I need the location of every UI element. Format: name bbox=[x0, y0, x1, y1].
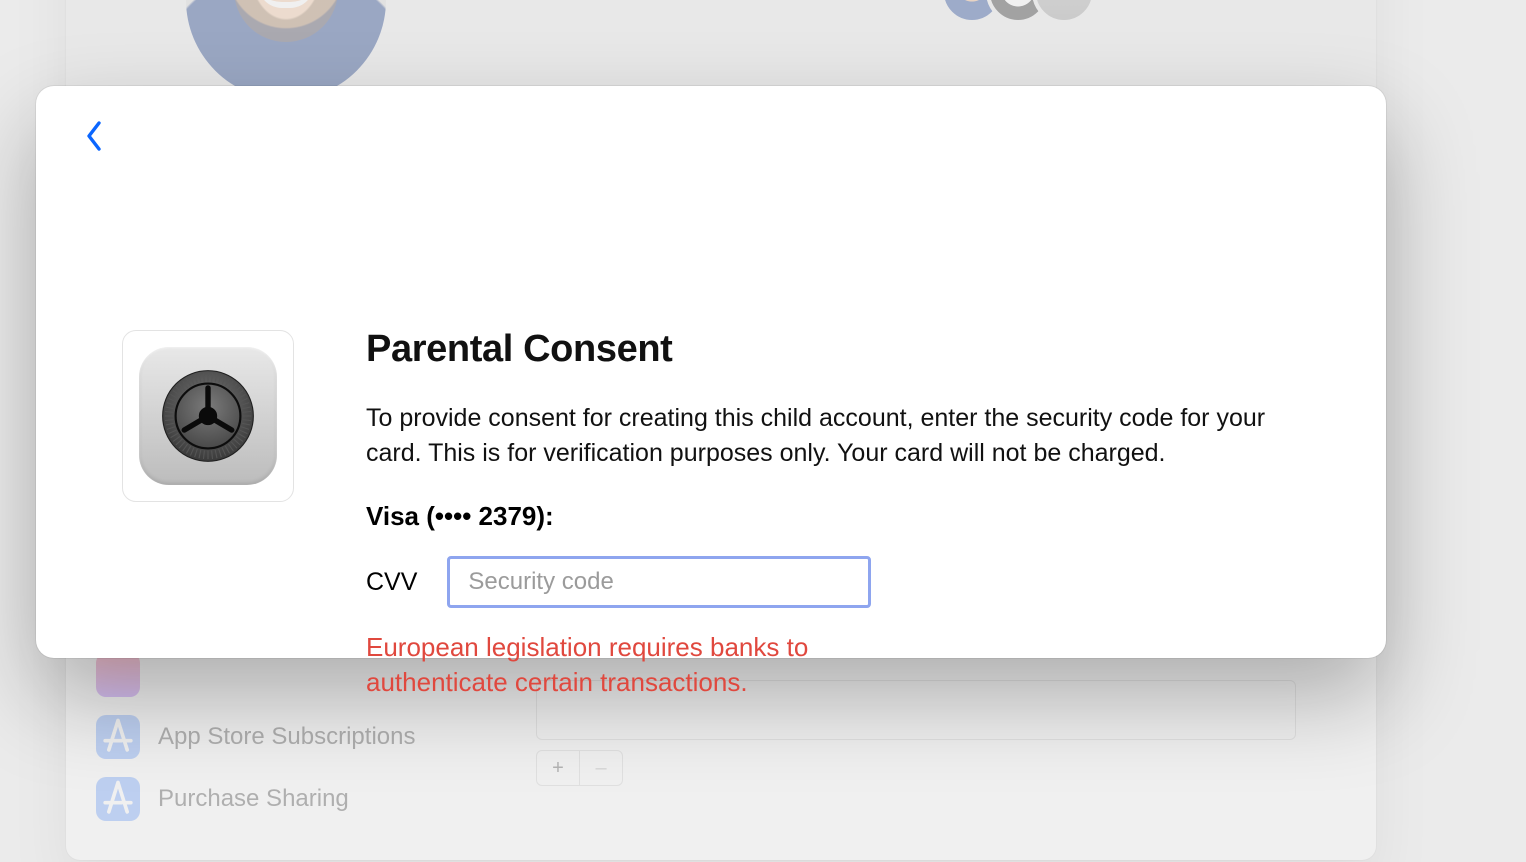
sheet-description: To provide consent for creating this chi… bbox=[366, 401, 1306, 471]
back-button[interactable] bbox=[74, 116, 114, 156]
gear-icon bbox=[154, 362, 262, 470]
card-identifier: Visa (•••• 2379): bbox=[366, 501, 1326, 532]
parental-consent-sheet: Parental Consent To provide consent for … bbox=[36, 86, 1386, 658]
settings-app-icon bbox=[122, 330, 294, 502]
legislation-warning: European legislation requires banks to a… bbox=[366, 630, 886, 700]
sheet-title: Parental Consent bbox=[366, 328, 1326, 371]
cvv-input[interactable] bbox=[447, 556, 871, 608]
cvv-label: CVV bbox=[366, 568, 417, 597]
chevron-left-icon bbox=[85, 121, 103, 151]
